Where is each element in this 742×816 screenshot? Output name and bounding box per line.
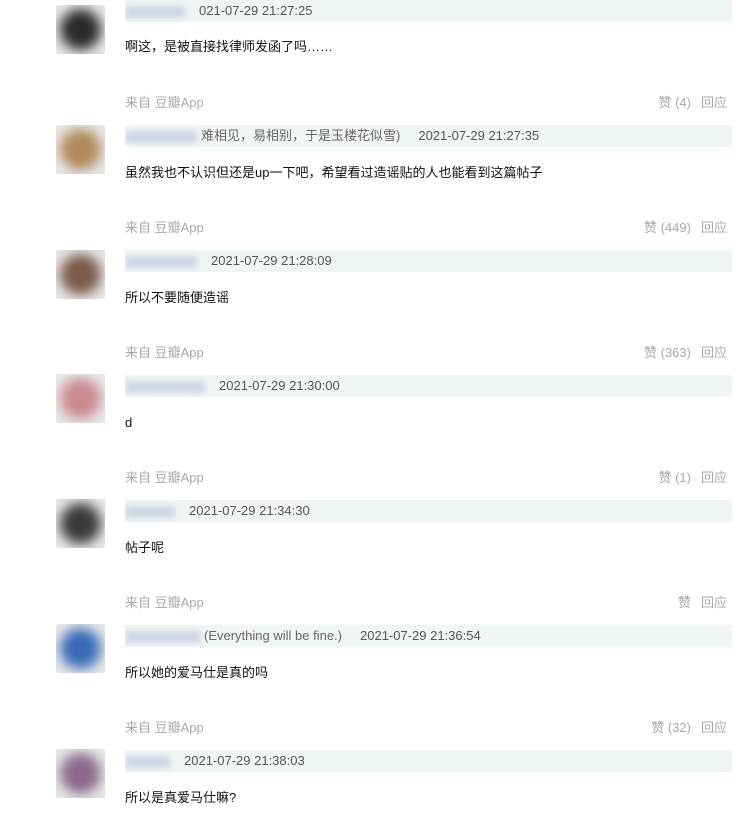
comment-timestamp: 021-07-29 21:27:25 [199, 3, 313, 18]
user-signature: (Everything will be fine.) [204, 628, 342, 643]
comment-text: 所以不要随便造谣 [125, 290, 230, 305]
comment-meta: 2021-07-29 21:34:30 [125, 500, 732, 522]
user-avatar[interactable] [56, 749, 105, 798]
like-button[interactable]: 赞 (1) [658, 470, 691, 485]
username-link[interactable] [125, 755, 170, 768]
comment-actions: 赞 (32) 回应 [651, 719, 727, 737]
comment-source: 来自 豆瓣App [125, 470, 204, 485]
user-avatar[interactable] [56, 5, 105, 54]
comment-text: 虽然我也不认识但还是up一下吧，希望看过造谣贴的人也能看到这篇帖子 [125, 165, 543, 180]
comment-source: 来自 豆瓣App [125, 95, 204, 110]
username-link[interactable] [125, 505, 175, 518]
username-link[interactable] [125, 380, 205, 393]
comment-actions: 赞 (4) 回应 [658, 94, 727, 112]
comment-source: 来自 豆瓣App [125, 220, 204, 235]
comment-meta: 难相见，易相别，于是玉楼花似雪) 2021-07-29 21:27:35 [125, 125, 732, 147]
comment-source: 来自 豆瓣App [125, 720, 204, 735]
comment-meta: 2021-07-29 21:28:09 [125, 250, 732, 272]
user-avatar[interactable] [56, 374, 105, 423]
like-button[interactable]: 赞 (32) [651, 720, 691, 735]
comment-timestamp: 2021-07-29 21:27:35 [418, 128, 540, 143]
comment-text: 所以她的爱马仕是真的吗 [125, 665, 269, 680]
user-avatar[interactable] [56, 624, 105, 673]
comment-source: 来自 豆瓣App [125, 345, 204, 360]
username-link[interactable] [125, 130, 197, 143]
reply-button[interactable]: 回应 [701, 720, 727, 735]
comment-actions: 赞 (449) 回应 [644, 219, 727, 237]
username-link[interactable] [125, 255, 197, 268]
comment-timestamp: 2021-07-29 21:28:09 [211, 253, 332, 268]
username-link[interactable] [125, 5, 185, 18]
comment-timestamp: 2021-07-29 21:34:30 [189, 503, 310, 518]
avatar-image [60, 628, 101, 669]
comment-timestamp: 2021-07-29 21:30:00 [219, 378, 340, 393]
avatar-image [60, 129, 101, 170]
comment-text: d [125, 415, 133, 430]
reply-button[interactable]: 回应 [701, 595, 727, 610]
username-link[interactable] [125, 630, 200, 643]
comment-meta: (Everything will be fine.) 2021-07-29 21:… [125, 625, 732, 647]
comment-timestamp: 2021-07-29 21:36:54 [360, 628, 481, 643]
like-button[interactable]: 赞 (4) [658, 95, 691, 110]
comment-meta: 2021-07-29 21:38:03 [125, 750, 732, 772]
comment-meta: 2021-07-29 21:30:00 [125, 375, 732, 397]
like-button[interactable]: 赞 (363) [644, 345, 691, 360]
comment-actions: 赞 (1) 回应 [658, 469, 727, 487]
comment-actions: 赞回应 [678, 594, 727, 612]
comment-text: 帖子呢 [125, 540, 165, 555]
comment-meta: 021-07-29 21:27:25 [125, 0, 732, 22]
avatar-image [60, 503, 101, 544]
user-avatar[interactable] [56, 499, 105, 548]
comment-timestamp: 2021-07-29 21:38:03 [184, 753, 305, 768]
reply-button[interactable]: 回应 [701, 345, 727, 360]
user-avatar[interactable] [56, 125, 105, 174]
comment-text: 所以是真爱马仕嘛? [125, 790, 237, 805]
like-button[interactable]: 赞 [678, 595, 691, 610]
comment-source: 来自 豆瓣App [125, 595, 204, 610]
avatar-image [60, 9, 101, 50]
avatar-image [60, 378, 101, 419]
comment-actions: 赞 (363) 回应 [644, 344, 727, 362]
reply-button[interactable]: 回应 [701, 95, 727, 110]
avatar-image [60, 254, 101, 295]
reply-button[interactable]: 回应 [701, 470, 727, 485]
user-avatar[interactable] [56, 250, 105, 299]
like-button[interactable]: 赞 (449) [644, 220, 691, 235]
reply-button[interactable]: 回应 [701, 220, 727, 235]
avatar-image [60, 753, 101, 794]
comment-text: 啊这，是被直接找律师发函了吗…… [125, 39, 334, 54]
user-signature: 难相见，易相别，于是玉楼花似雪) [201, 128, 401, 143]
